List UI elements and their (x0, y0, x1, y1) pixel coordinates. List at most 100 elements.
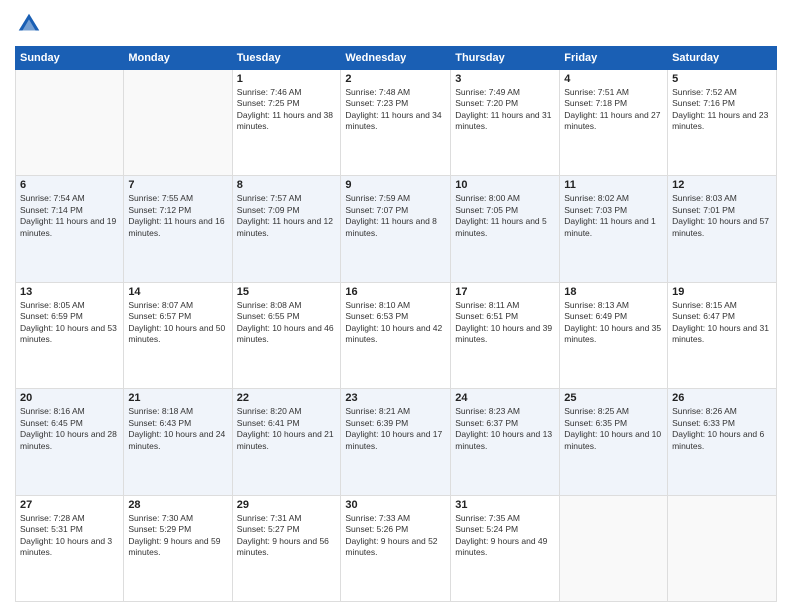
daylight-text: Daylight: 10 hours and 13 minutes. (455, 429, 552, 450)
daylight-text: Daylight: 10 hours and 21 minutes. (237, 429, 334, 450)
day-of-week-thursday: Thursday (451, 47, 560, 70)
day-number: 11 (564, 179, 663, 191)
sunset-text: Sunset: 6:49 PM (564, 311, 627, 321)
calendar-cell: 23 Sunrise: 8:21 AMSunset: 6:39 PMDayligh… (341, 389, 451, 495)
day-info: Sunrise: 7:28 AMSunset: 5:31 PMDaylight:… (20, 513, 119, 559)
daylight-text: Daylight: 10 hours and 31 minutes. (672, 323, 769, 344)
daylight-text: Daylight: 11 hours and 27 minutes. (564, 110, 660, 131)
sunset-text: Sunset: 6:53 PM (345, 311, 408, 321)
sunrise-text: Sunrise: 7:33 AM (345, 513, 410, 523)
day-number: 4 (564, 73, 663, 85)
calendar-cell: 28 Sunrise: 7:30 AMSunset: 5:29 PMDayligh… (124, 495, 232, 601)
sunset-text: Sunset: 6:33 PM (672, 418, 735, 428)
calendar-week-4: 20 Sunrise: 8:16 AMSunset: 6:45 PMDayligh… (16, 389, 777, 495)
day-number: 10 (455, 179, 555, 191)
sunset-text: Sunset: 6:47 PM (672, 311, 735, 321)
day-number: 1 (237, 73, 337, 85)
day-info: Sunrise: 8:11 AMSunset: 6:51 PMDaylight:… (455, 300, 555, 346)
daylight-text: Daylight: 11 hours and 38 minutes. (237, 110, 333, 131)
calendar-cell: 19Sunrise: 8:15 AMSunset: 6:47 PMDayligh… (668, 282, 777, 388)
day-number: 12 (672, 179, 772, 191)
day-of-week-wednesday: Wednesday (341, 47, 451, 70)
daylight-text: Daylight: 9 hours and 59 minutes. (128, 536, 220, 557)
day-info: Sunrise: 7:52 AMSunset: 7:16 PMDaylight:… (672, 87, 772, 133)
sunrise-text: Sunrise: 7:48 AM (345, 87, 410, 97)
daylight-text: Daylight: 11 hours and 23 minutes. (672, 110, 768, 131)
daylight-text: Daylight: 9 hours and 52 minutes. (345, 536, 437, 557)
day-of-week-tuesday: Tuesday (232, 47, 341, 70)
sunrise-text: Sunrise: 8:11 AM (455, 300, 519, 310)
day-info: Sunrise: 7:31 AMSunset: 5:27 PMDaylight:… (237, 513, 337, 559)
day-of-week-monday: Monday (124, 47, 232, 70)
sunset-text: Sunset: 6:41 PM (237, 418, 300, 428)
sunset-text: Sunset: 7:01 PM (672, 205, 735, 215)
day-number: 20 (20, 392, 119, 404)
day-number: 9 (345, 179, 446, 191)
day-info: Sunrise: 8:05 AMSunset: 6:59 PMDaylight:… (20, 300, 119, 346)
calendar-week-3: 13Sunrise: 8:05 AMSunset: 6:59 PMDayligh… (16, 282, 777, 388)
day-number: 25 (564, 392, 663, 404)
day-info: Sunrise: 8:08 AMSunset: 6:55 PMDaylight:… (237, 300, 337, 346)
day-info: Sunrise: 7:55 AMSunset: 7:12 PMDaylight:… (128, 193, 227, 239)
sunrise-text: Sunrise: 8:07 AM (128, 300, 193, 310)
day-number: 18 (564, 286, 663, 298)
day-info: Sunrise: 7:46 AMSunset: 7:25 PMDaylight:… (237, 87, 337, 133)
daylight-text: Daylight: 11 hours and 1 minute. (564, 216, 656, 237)
sunrise-text: Sunrise: 7:57 AM (237, 193, 302, 203)
day-number: 23 (345, 392, 446, 404)
day-info: Sunrise: 7:59 AMSunset: 7:07 PMDaylight:… (345, 193, 446, 239)
day-number: 14 (128, 286, 227, 298)
daylight-text: Daylight: 10 hours and 17 minutes. (345, 429, 442, 450)
sunset-text: Sunset: 5:27 PM (237, 524, 300, 534)
calendar-cell: 5Sunrise: 7:52 AMSunset: 7:16 PMDaylight… (668, 70, 777, 176)
calendar-week-1: 1 Sunrise: 7:46 AMSunset: 7:25 PMDaylight… (16, 70, 777, 176)
sunrise-text: Sunrise: 8:21 AM (345, 406, 410, 416)
calendar-cell: 13Sunrise: 8:05 AMSunset: 6:59 PMDayligh… (16, 282, 124, 388)
sunrise-text: Sunrise: 8:05 AM (20, 300, 85, 310)
calendar-cell: 18 Sunrise: 8:13 AMSunset: 6:49 PMDayligh… (560, 282, 668, 388)
sunrise-text: Sunrise: 8:25 AM (564, 406, 629, 416)
day-number: 30 (345, 499, 446, 511)
logo (15, 10, 47, 38)
day-number: 28 (128, 499, 227, 511)
calendar-cell (16, 70, 124, 176)
calendar-cell (560, 495, 668, 601)
day-info: Sunrise: 7:49 AMSunset: 7:20 PMDaylight:… (455, 87, 555, 133)
sunrise-text: Sunrise: 7:30 AM (128, 513, 193, 523)
daylight-text: Daylight: 11 hours and 12 minutes. (237, 216, 333, 237)
sunset-text: Sunset: 6:37 PM (455, 418, 518, 428)
day-number: 6 (20, 179, 119, 191)
day-number: 26 (672, 392, 772, 404)
header (15, 10, 777, 38)
day-info: Sunrise: 8:10 AMSunset: 6:53 PMDaylight:… (345, 300, 446, 346)
day-info: Sunrise: 8:16 AMSunset: 6:45 PMDaylight:… (20, 406, 119, 452)
sunrise-text: Sunrise: 8:15 AM (672, 300, 737, 310)
day-info: Sunrise: 7:30 AMSunset: 5:29 PMDaylight:… (128, 513, 227, 559)
sunset-text: Sunset: 7:16 PM (672, 98, 735, 108)
sunrise-text: Sunrise: 7:28 AM (20, 513, 85, 523)
calendar-cell: 29Sunrise: 7:31 AMSunset: 5:27 PMDayligh… (232, 495, 341, 601)
day-info: Sunrise: 8:23 AM Sunset: 6:37 PMDaylight:… (455, 406, 555, 452)
day-info: Sunrise: 8:13 AMSunset: 6:49 PMDaylight:… (564, 300, 663, 346)
daylight-text: Daylight: 9 hours and 49 minutes. (455, 536, 547, 557)
day-info: Sunrise: 8:15 AMSunset: 6:47 PM Daylight:… (672, 300, 772, 346)
day-info: Sunrise: 7:51 AMSunset: 7:18 PMDaylight:… (564, 87, 663, 133)
sunrise-text: Sunrise: 8:10 AM (345, 300, 410, 310)
day-info: Sunrise: 7:35 AMSunset: 5:24 PMDaylight:… (455, 513, 555, 559)
sunrise-text: Sunrise: 7:49 AM (455, 87, 520, 97)
sunrise-text: Sunrise: 8:23 AM (455, 406, 520, 416)
daylight-text: Daylight: 10 hours and 53 minutes. (20, 323, 117, 344)
day-info: Sunrise: 7:48 AMSunset: 7:23 PMDaylight:… (345, 87, 446, 133)
daylight-text: Daylight: 10 hours and 24 minutes. (128, 429, 225, 450)
calendar-cell: 30Sunrise: 7:33 AMSunset: 5:26 PMDayligh… (341, 495, 451, 601)
calendar-cell: 1 Sunrise: 7:46 AMSunset: 7:25 PMDaylight… (232, 70, 341, 176)
calendar-cell: 7Sunrise: 7:55 AMSunset: 7:12 PMDaylight… (124, 176, 232, 282)
daylight-text: Daylight: 9 hours and 56 minutes. (237, 536, 329, 557)
calendar-cell: 17Sunrise: 8:11 AMSunset: 6:51 PMDayligh… (451, 282, 560, 388)
daylight-text: Daylight: 11 hours and 34 minutes. (345, 110, 441, 131)
calendar-cell: 9 Sunrise: 7:59 AMSunset: 7:07 PMDaylight… (341, 176, 451, 282)
daylight-text: Daylight: 11 hours and 19 minutes. (20, 216, 116, 237)
sunrise-text: Sunrise: 8:18 AM (128, 406, 193, 416)
day-info: Sunrise: 8:03 AMSunset: 7:01 PMDaylight:… (672, 193, 772, 239)
day-info: Sunrise: 8:21 AMSunset: 6:39 PMDaylight:… (345, 406, 446, 452)
